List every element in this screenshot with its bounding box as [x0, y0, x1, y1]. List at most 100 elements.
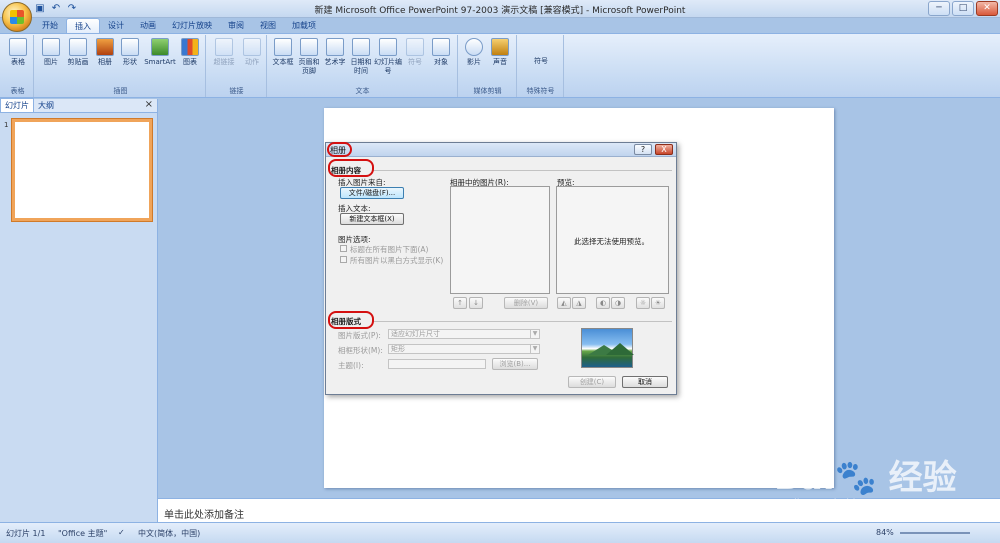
- layout-preview-image: [581, 328, 634, 368]
- chart-icon: [181, 38, 199, 56]
- slide-number-icon: [379, 38, 397, 56]
- tab-slides[interactable]: 幻灯片: [0, 98, 34, 112]
- object-button[interactable]: 对象: [428, 38, 454, 67]
- frame-shape-select[interactable]: 矩形 ▼: [388, 344, 540, 354]
- date-time-icon: [352, 38, 370, 56]
- group-special-symbols: 符号 特殊符号: [518, 35, 564, 97]
- smartart-icon: [151, 38, 169, 56]
- picture-layout-select[interactable]: 适应幻灯片尺寸 ▼: [388, 329, 540, 339]
- wordart-button[interactable]: 艺术字: [322, 38, 348, 67]
- tab-insert[interactable]: 插入: [66, 18, 100, 33]
- group-table: 表格 表格: [2, 35, 34, 97]
- maximize-button[interactable]: □: [952, 1, 974, 16]
- table-icon: [9, 38, 27, 56]
- office-logo-icon: [10, 10, 24, 24]
- shapes-icon: [121, 38, 139, 56]
- chart-button[interactable]: 图表: [178, 38, 202, 67]
- file-disk-button[interactable]: 文件/磁盘(F)...: [340, 187, 404, 199]
- spellcheck-icon[interactable]: ✓: [118, 528, 125, 537]
- frame-shape-label: 相框形状(M):: [338, 346, 383, 355]
- tab-animation[interactable]: 动画: [132, 18, 164, 33]
- slide-counter: 幻灯片 1/1: [6, 529, 46, 538]
- theme-input[interactable]: [388, 359, 486, 369]
- tab-outline[interactable]: 大纲: [34, 99, 58, 112]
- tab-home[interactable]: 开始: [34, 18, 66, 33]
- object-icon: [432, 38, 450, 56]
- hyperlink-button[interactable]: 超链接: [209, 38, 239, 67]
- symbol-button[interactable]: 符号: [402, 38, 428, 67]
- zoom-slider[interactable]: [900, 532, 970, 534]
- photo-album-icon: [96, 38, 114, 56]
- group-links: 超链接 动作 链接: [207, 35, 267, 97]
- tab-slideshow[interactable]: 幻灯片放映: [164, 18, 220, 33]
- zoom-level[interactable]: 84%: [876, 528, 894, 537]
- slide-number-button[interactable]: 幻灯片编号: [374, 38, 402, 76]
- header-footer-icon: [300, 38, 318, 56]
- date-time-button[interactable]: 日期和时间: [348, 38, 374, 76]
- rotate-left-button[interactable]: ◭: [557, 297, 571, 309]
- rotate-right-button[interactable]: ◮: [572, 297, 586, 309]
- film-reel-icon: [465, 38, 483, 56]
- group-media: 影片 声音 媒体剪辑: [459, 35, 517, 97]
- smartart-button[interactable]: SmartArt: [142, 38, 178, 67]
- album-pictures-list[interactable]: [450, 186, 550, 294]
- remove-button[interactable]: 删除(V): [504, 297, 548, 309]
- shapes-button[interactable]: 形状: [118, 38, 142, 67]
- minimize-button[interactable]: ─: [928, 1, 950, 16]
- close-icon[interactable]: ×: [145, 99, 153, 110]
- caption-option-label: 标题在所有图片下面(A): [350, 245, 429, 254]
- photo-album-dialog: 相册 ? X 相册内容 插入图片来自: 文件/磁盘(F)... 插入文本: 新建…: [325, 142, 677, 395]
- brightness-down-button[interactable]: ☀: [651, 297, 665, 309]
- cancel-button[interactable]: 取消: [622, 376, 668, 388]
- group-text: 文本框 页眉和页脚 艺术字 日期和时间 幻灯片编号 符号 对象 文本: [268, 35, 458, 97]
- new-textbox-button[interactable]: 新建文本框(X): [340, 213, 404, 225]
- chevron-down-icon: ▼: [530, 345, 539, 353]
- table-button[interactable]: 表格: [5, 38, 31, 67]
- special-symbol-button[interactable]: 符号: [522, 57, 560, 66]
- contrast-up-button[interactable]: ◐: [596, 297, 610, 309]
- sound-button[interactable]: 声音: [487, 38, 513, 67]
- move-up-button[interactable]: ↑: [453, 297, 467, 309]
- wordart-icon: [326, 38, 344, 56]
- browse-button[interactable]: 浏览(B)...: [492, 358, 538, 370]
- theme-name: "Office 主题": [58, 529, 108, 538]
- title-bar: ▣ ↶ ↷ 新建 Microsoft Office PowerPoint 97-…: [0, 0, 1000, 18]
- annotation-circle: [327, 142, 352, 157]
- omega-icon: [406, 38, 424, 56]
- action-button[interactable]: 动作: [239, 38, 265, 67]
- contrast-down-button[interactable]: ◑: [611, 297, 625, 309]
- annotation-circle: [328, 159, 374, 177]
- divider: [372, 321, 672, 322]
- status-bar: 幻灯片 1/1 "Office 主题" ✓ 中文(简体，中国) 84%: [0, 522, 1000, 543]
- group-illustrations: 图片 剪贴画 相册 形状 SmartArt 图表 插图: [36, 35, 206, 97]
- caption-checkbox[interactable]: [340, 245, 347, 252]
- clipart-button[interactable]: 剪贴画: [64, 38, 92, 67]
- clipart-icon: [69, 38, 87, 56]
- notes-pane[interactable]: 单击此处添加备注: [158, 498, 1000, 522]
- brightness-up-button[interactable]: ☼: [636, 297, 650, 309]
- slide-thumbnail[interactable]: [12, 119, 152, 221]
- create-button[interactable]: 创建(C): [568, 376, 616, 388]
- tab-view[interactable]: 视图: [252, 18, 284, 33]
- photo-album-button[interactable]: 相册: [92, 38, 118, 67]
- close-button[interactable]: ✕: [976, 1, 998, 16]
- tab-design[interactable]: 设计: [100, 18, 132, 33]
- tab-addins[interactable]: 加载项: [284, 18, 324, 33]
- black-white-checkbox[interactable]: [340, 256, 347, 263]
- move-down-button[interactable]: ↓: [469, 297, 483, 309]
- header-footer-button[interactable]: 页眉和页脚: [296, 38, 322, 76]
- black-white-option-label: 所有图片以黑白方式显示(K): [350, 256, 444, 265]
- slide-pane: 幻灯片 大纲 × 1: [0, 98, 158, 522]
- language: 中文(简体，中国): [138, 529, 201, 538]
- help-button[interactable]: ?: [634, 144, 652, 155]
- speaker-icon: [491, 38, 509, 56]
- textbox-button[interactable]: 文本框: [270, 38, 296, 67]
- office-button[interactable]: [2, 2, 32, 32]
- dialog-title-bar: 相册 ? X: [326, 143, 676, 157]
- picture-icon: [42, 38, 60, 56]
- theme-label: 主题(I):: [338, 361, 364, 370]
- tab-review[interactable]: 审阅: [220, 18, 252, 33]
- picture-button[interactable]: 图片: [38, 38, 64, 67]
- movie-button[interactable]: 影片: [461, 38, 487, 67]
- dialog-close-button[interactable]: X: [655, 144, 673, 155]
